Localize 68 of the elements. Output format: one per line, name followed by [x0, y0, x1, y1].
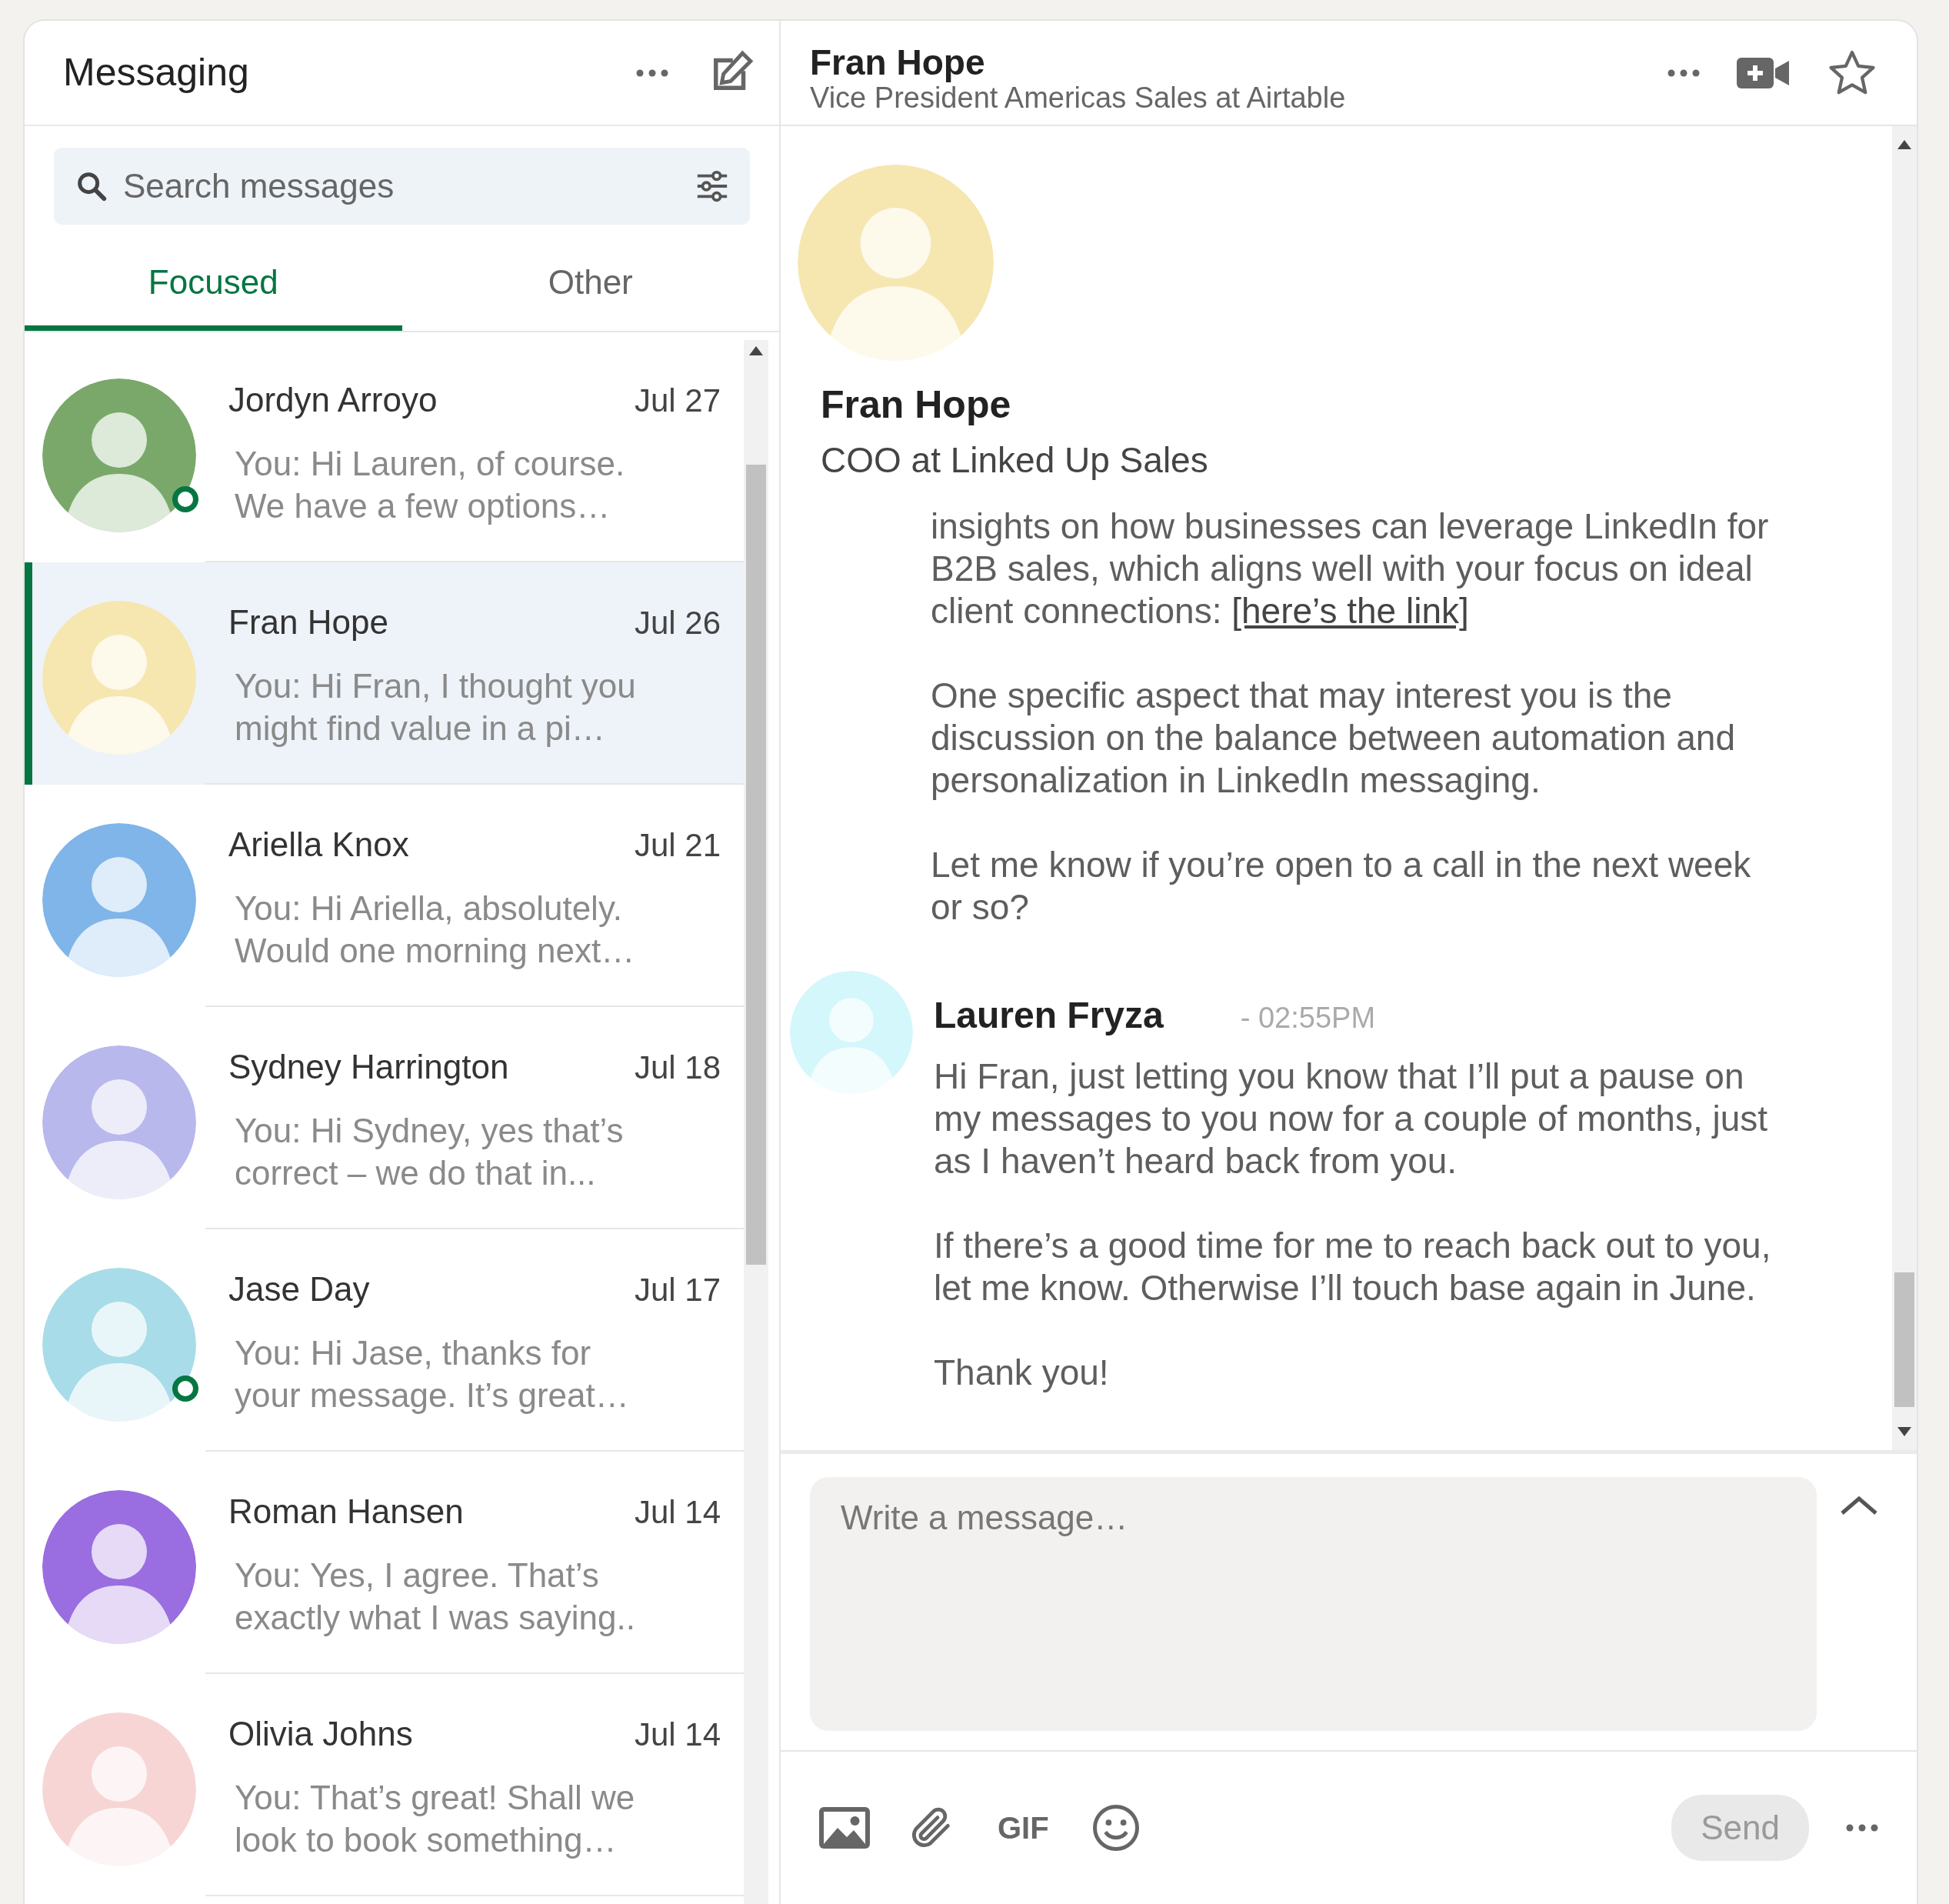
expand-button[interactable]	[1840, 1496, 1878, 1516]
message-date: Jul 14	[634, 1716, 721, 1754]
message-text: Hi Fran, just letting you know that I’ll put a pause on my messages to you now for a couple of months, just as I haven’t heard back from you.	[934, 1055, 1769, 1182]
scrollbar[interactable]	[744, 340, 768, 1904]
contact-name: Olivia Johns	[228, 1714, 413, 1754]
message-time: - 02:55PM	[1240, 1001, 1376, 1035]
more-button[interactable]	[1667, 68, 1700, 77]
message-link[interactable]: [here’s the link]	[1231, 591, 1469, 631]
conversation-item[interactable]: Fran Hope Jul 26 You: Hi Fran, I thought you might find value in a pi…	[25, 562, 744, 785]
message-preview: Would one morning next…	[235, 931, 636, 971]
message-date: Jul 18	[634, 1049, 721, 1087]
message-text: Let me know if you’re open to a call in the next week or so?	[931, 844, 1752, 929]
message-preview: You: Hi Jase, thanks for	[235, 1333, 592, 1373]
message-preview: You: Hi Ariella, absolutely.	[235, 889, 623, 929]
search-input[interactable]: Search messages	[122, 160, 682, 212]
image-button[interactable]	[819, 1805, 870, 1851]
message-date: Jul 14	[634, 1493, 721, 1532]
message-preview: You: That’s great! Shall we	[235, 1778, 636, 1818]
sender-name: Lauren Fryza	[934, 994, 1164, 1037]
message-preview: exactly what I was saying..	[235, 1598, 636, 1638]
contact-headline: Vice President Americas Sales at Airtable	[810, 82, 1346, 115]
more-icon	[1846, 1824, 1878, 1832]
message-text: If there’s a good time for me to reach back out to you, let me know. Otherwise I’ll touch base again in June.	[934, 1225, 1772, 1309]
message-preview: might find value in a pi…	[235, 709, 606, 749]
contact-name: Fran Hope	[810, 43, 986, 82]
scrollbar-thumb[interactable]	[746, 465, 766, 1265]
contact-name: Sydney Harrington	[228, 1047, 509, 1087]
scroll-up-icon[interactable]	[1897, 140, 1911, 149]
gif-button[interactable]: GIF	[993, 1804, 1054, 1852]
more-button[interactable]	[636, 68, 668, 77]
more-button[interactable]	[1846, 1824, 1878, 1832]
contact-name: Fran Hope	[228, 602, 388, 642]
message-preview: You: Yes, I agree. That’s	[235, 1556, 600, 1596]
more-icon	[1667, 68, 1700, 77]
scrollbar[interactable]	[1892, 126, 1917, 1450]
chevron-up-icon	[1840, 1496, 1878, 1516]
message-preview: You: Hi Fran, I thought you	[235, 666, 637, 706]
more-icon	[636, 68, 668, 77]
message-date: Jul 17	[634, 1271, 721, 1309]
message-input[interactable]: Write a message…	[810, 1477, 1817, 1731]
message-preview: look to book something…	[235, 1820, 618, 1860]
scroll-up-icon[interactable]	[749, 346, 763, 355]
scroll-down-icon[interactable]	[1897, 1427, 1911, 1436]
message-text: One specific aspect that may interest you is the discussion on the balance between automation and personalization in LinkedIn messaging.	[931, 675, 1736, 802]
contact-name: Jase Day	[228, 1269, 370, 1309]
panel-title: Messaging	[63, 50, 249, 95]
video-call-button[interactable]	[1737, 55, 1789, 90]
message-text: Thank you!	[934, 1352, 1110, 1394]
profile-name: Fran Hope	[821, 382, 1012, 428]
message-preview: your message. It’s great…	[235, 1375, 630, 1415]
message-preview: We have a few options…	[235, 486, 611, 526]
message-date: Jul 26	[634, 604, 721, 642]
video-camera-icon	[1737, 55, 1789, 90]
message-preview: You: Hi Lauren, of course.	[235, 444, 626, 484]
search-field[interactable]: Search messages	[54, 148, 750, 225]
message-date: Jul 27	[634, 382, 721, 420]
tab[interactable]: Focused	[25, 225, 402, 331]
message-date: Jul 21	[634, 826, 721, 865]
contact-name: Roman Hansen	[228, 1492, 464, 1532]
scrollbar-thumb[interactable]	[1894, 1272, 1914, 1407]
profile-headline: COO at Linked Up Sales	[821, 439, 1209, 482]
message-text: insights on how businesses can leverage LinkedIn for B2B sales, which aligns well with your focus on ideal client connections: [here’s the link]	[931, 505, 1770, 632]
contact-name: Ariella Knox	[228, 825, 409, 865]
contact-name: Jordyn Arroyo	[228, 380, 438, 420]
image-icon	[819, 1805, 870, 1851]
message-preview: correct – we do that in...	[235, 1153, 597, 1193]
message-preview: You: Hi Sydney, yes that’s	[235, 1111, 625, 1151]
tab[interactable]: Other	[401, 225, 779, 331]
